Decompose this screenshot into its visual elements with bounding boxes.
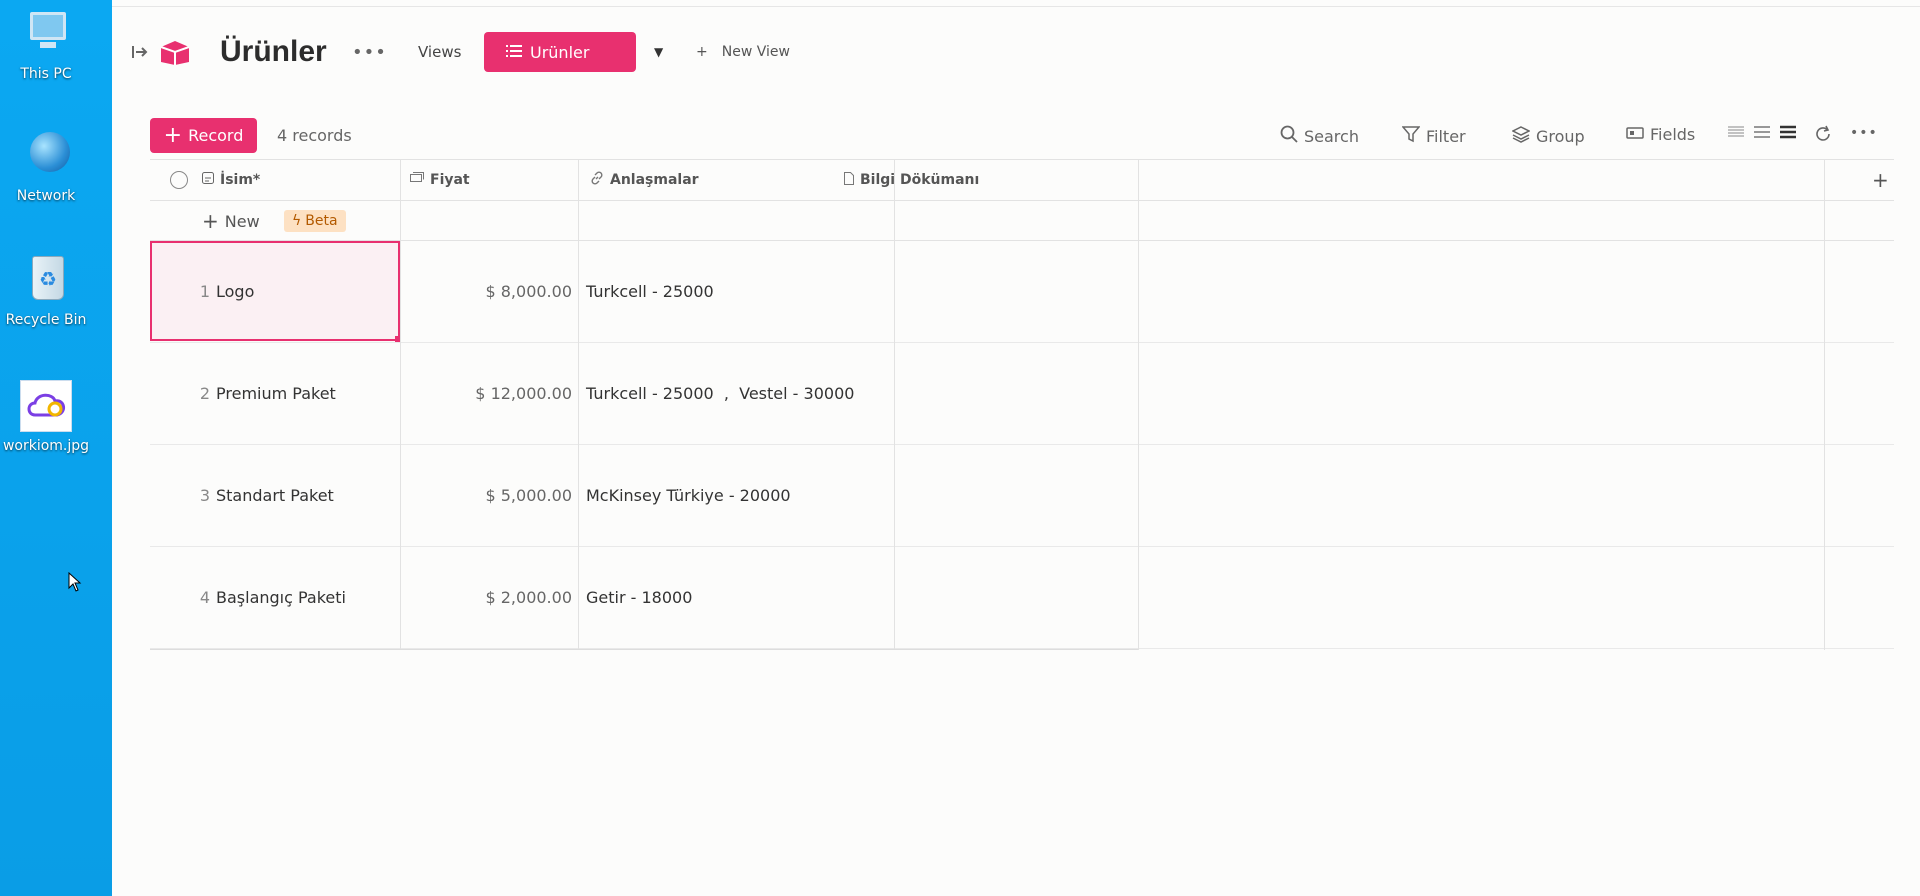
recycle-bin-icon [18,252,74,308]
row-density-small-icon[interactable] [1728,125,1744,139]
table-header: İsim* Fiyat Anlaşmalar Bilgi Dökümanı + [150,159,1894,201]
filter-label: Filter [1426,126,1466,146]
app-window: Ürünler ••• Views Urünler ▼ + New View +… [112,0,1920,896]
chevron-down-icon[interactable]: ▼ [654,28,663,76]
fields-button[interactable]: Fields [1626,125,1695,144]
table-row[interactable]: 4 Başlangıç Paketi $ 2,000.00 Getir - 18… [150,547,1894,649]
page-header: Ürünler ••• Views Urünler ▼ + New View [112,28,1920,76]
search-label: Search [1304,126,1359,146]
row-number: 2 [199,384,210,403]
document-icon [844,171,854,189]
search-icon [1280,125,1298,147]
tab-active-view[interactable]: Urünler [484,32,636,72]
desktop: This PC Network Recycle Bin workiom.jpg [0,0,112,896]
group-label: Group [1536,126,1585,146]
cell-name[interactable]: Başlangıç Paketi [216,547,398,648]
filter-icon [1401,125,1421,147]
cell-price[interactable]: $ 5,000.00 [400,445,572,546]
toolbar: + Record 4 records Search Filter Group F… [112,118,1920,154]
desktop-icon-label: Recycle Bin [5,312,87,328]
link-icon [590,171,604,189]
new-view-button[interactable]: + New View [696,28,790,76]
list-icon [506,43,522,62]
row-number: 4 [199,588,210,607]
column-label: İsim* [220,172,261,188]
new-record-button[interactable]: + New [202,201,260,241]
image-file-icon [18,378,74,434]
cell-price[interactable]: $ 8,000.00 [400,241,572,342]
record-label: Record [188,126,244,145]
column-header-price[interactable]: Fiyat [410,160,470,200]
search-button[interactable]: Search [1280,125,1359,147]
add-column-icon[interactable]: + [1872,160,1889,200]
computer-icon [18,6,74,62]
currency-icon [410,172,424,188]
fields-icon [1626,125,1644,144]
select-all-checkbox[interactable] [170,160,188,200]
new-label: New [224,211,260,231]
filter-button[interactable]: Filter [1401,125,1466,147]
views-label: Views [418,43,462,61]
box-icon [158,28,192,76]
plus-icon: + [696,44,708,60]
network-shortcut[interactable]: Network [0,128,92,204]
layers-icon [1511,125,1531,147]
more-options-icon[interactable]: ••• [1850,125,1878,141]
beta-badge: ϟ Beta [284,201,346,241]
add-record-button[interactable]: + Record [150,118,257,153]
cell-price[interactable]: $ 12,000.00 [400,343,572,444]
more-options-icon[interactable]: ••• [352,28,387,76]
new-row-bar: + New ϟ Beta [150,201,1894,241]
table-row[interactable]: 1 Logo $ 8,000.00 Turkcell - 25000 [150,241,1894,343]
this-pc-shortcut[interactable]: This PC [0,6,92,82]
cell-deals[interactable]: Turkcell - 25000 , Vestel - 30000 [586,343,886,444]
column-header-deals[interactable]: Anlaşmalar [590,160,699,200]
records-table: İsim* Fiyat Anlaşmalar Bilgi Dökümanı + … [150,159,1894,650]
refresh-icon[interactable] [1814,125,1832,143]
plus-icon: + [163,122,183,148]
fields-label: Fields [1650,125,1696,144]
table-row[interactable]: 3 Standart Paket $ 5,000.00 McKinsey Tür… [150,445,1894,547]
table-body: 1 Logo $ 8,000.00 Turkcell - 25000 2 Pre… [150,159,1894,650]
row-density-large-icon[interactable] [1780,125,1796,139]
column-label: Bilgi Dökümanı [860,172,980,188]
desktop-icon-label: This PC [20,66,72,82]
row-number: 1 [199,282,210,301]
desktop-icon-label: Network [16,188,76,204]
cell-name[interactable]: Premium Paket [216,343,398,444]
row-number: 3 [199,486,210,505]
plus-icon: + [202,209,219,233]
recycle-bin-shortcut[interactable]: Recycle Bin [0,252,92,328]
cell-deals[interactable]: Turkcell - 25000 [586,241,886,342]
cell-deals[interactable]: Getir - 18000 [586,547,886,648]
lightning-icon: ϟ [292,213,302,229]
cell-deals[interactable]: McKinsey Türkiye - 20000 [586,445,886,546]
text-field-icon [202,172,214,188]
group-button[interactable]: Group [1511,125,1585,147]
record-count: 4 records [277,126,352,145]
cell-name[interactable]: Standart Paket [216,445,398,546]
page-title: Ürünler [220,35,327,68]
column-header-document[interactable]: Bilgi Dökümanı [844,160,979,200]
desktop-icon-label: workiom.jpg [2,438,90,454]
network-icon [18,128,74,184]
view-label: Urünler [530,42,590,62]
new-view-label: New View [721,44,790,60]
cell-name[interactable]: Logo [216,241,398,342]
table-row[interactable]: 2 Premium Paket $ 12,000.00 Turkcell - 2… [150,343,1894,445]
collapse-sidebar-icon[interactable] [132,28,148,76]
column-header-name[interactable]: İsim* [202,160,260,200]
cell-price[interactable]: $ 2,000.00 [400,547,572,648]
beta-label: Beta [305,213,338,229]
column-label: Fiyat [430,172,470,188]
row-density-medium-icon[interactable] [1754,125,1770,139]
column-label: Anlaşmalar [610,172,699,188]
workiom-file-shortcut[interactable]: workiom.jpg [0,378,92,454]
